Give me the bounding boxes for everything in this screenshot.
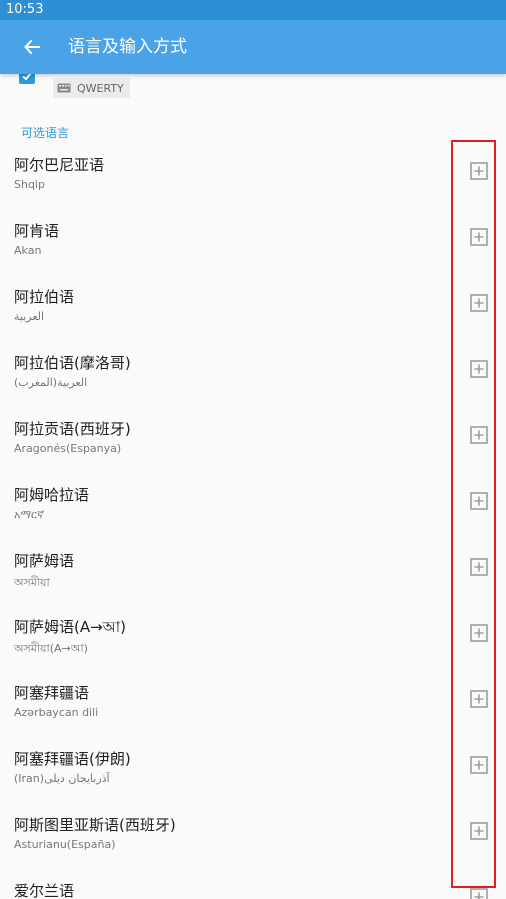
language-list-item[interactable]: 阿姆哈拉语 አማርኛ [0,480,506,546]
language-native-name: አማርኛ [14,508,45,521]
language-name: 阿姆哈拉语 [14,486,90,504]
language-list-item[interactable]: 阿萨姆语(A→আ) অসমীয়া(A→আ) [0,612,506,678]
language-native-name: Akan [14,244,42,257]
language-native-name: Aragonés(Espanya) [14,442,122,455]
language-name: 阿拉贡语(西班牙) [14,420,131,438]
available-languages-header: 可选语言 [21,126,70,140]
language-native-name: (Iran)آذربایجان دیلی [14,772,110,785]
status-bar: 10:53 [0,0,506,20]
language-list-item[interactable]: 阿拉伯语(摩洛哥) العربية(المغرب) [0,348,506,414]
language-list-item[interactable]: 爱尔兰语 [0,876,506,899]
language-native-name: العربية(المغرب) [14,376,88,389]
language-native-name: অসমীয়া [14,576,50,589]
language-name: 阿斯图里亚斯语(西班牙) [14,816,176,834]
language-name: 阿拉伯语(摩洛哥) [14,354,131,372]
language-list-item[interactable]: 阿拉伯语 العربية [0,282,506,348]
back-button[interactable] [14,29,50,65]
language-name: 阿萨姆语 [14,552,75,570]
language-native-name: অসমীয়া(A→আ) [14,642,88,655]
language-name: 阿塞拜疆语(伊朗) [14,750,131,768]
language-list-item[interactable]: 阿尔巴尼亚语 Shqip [0,150,506,216]
status-time: 10:53 [6,2,44,17]
app-bar: 语言及输入方式 [0,20,506,74]
language-name: 阿萨姆语(A→আ) [14,618,127,636]
check-icon [22,74,32,81]
language-list-item[interactable]: 阿肯语 Akan [0,216,506,282]
language-name: 阿肯语 [14,222,60,240]
add-buttons-highlight [451,140,496,888]
language-list-item[interactable]: 阿拉贡语(西班牙) Aragonés(Espanya) [0,414,506,480]
language-native-name: Azərbaycan dili [14,706,99,719]
keyboard-layout-label: QWERTY [77,81,124,95]
language-settings-content: QWERTY 可选语言 阿尔巴尼亚语 Shqip 阿肯语 Akan 阿拉伯语 العربي… [0,74,506,899]
language-name: 阿尔巴尼亚语 [14,156,105,174]
keyboard-icon [57,83,71,93]
language-list-item[interactable]: 阿斯图里亚斯语(西班牙) Asturianu(España) [0,810,506,876]
language-list-item[interactable]: 阿塞拜疆语(伊朗) (Iran)آذربایجان دیلی [0,744,506,810]
page-title: 语言及输入方式 [68,37,187,57]
plus-box-icon [470,888,488,899]
language-list-item[interactable]: 阿萨姆语 অসমীয়া [0,546,506,612]
language-list: 阿尔巴尼亚语 Shqip 阿肯语 Akan 阿拉伯语 العربية 阿拉伯语(摩洛哥) ال… [0,150,506,899]
language-name: 爱尔兰语 [14,882,75,899]
enabled-language-checkbox[interactable] [19,74,35,84]
language-native-name: Asturianu(España) [14,838,116,851]
language-name: 阿塞拜疆语 [14,684,90,702]
language-native-name: العربية [14,310,45,323]
language-name: 阿拉伯语 [14,288,75,306]
arrow-left-icon [24,39,40,55]
language-list-item[interactable]: 阿塞拜疆语 Azərbaycan dili [0,678,506,744]
keyboard-layout-chip: QWERTY [53,78,130,98]
language-native-name: Shqip [14,178,45,191]
enabled-language-row: QWERTY [0,74,506,110]
